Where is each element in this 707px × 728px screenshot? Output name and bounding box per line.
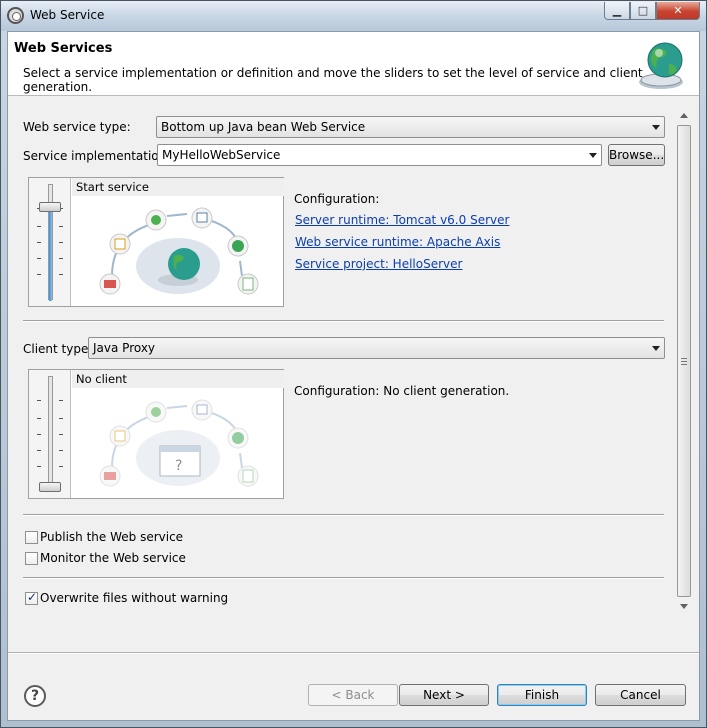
service-project-link[interactable]: Service project: HelloServer [295, 257, 462, 271]
slider-tick [37, 400, 41, 401]
slider-tick [37, 434, 41, 435]
slider-tick [59, 258, 63, 259]
footer-divider [8, 652, 699, 654]
chevron-down-icon [652, 346, 660, 351]
service-level-fill [49, 203, 52, 301]
wizard-banner: Web Services Select a service implementa… [8, 32, 699, 96]
slider-tick [37, 450, 41, 451]
finish-button-label: Finish [524, 688, 560, 702]
slider-tick [37, 226, 41, 227]
client-slider-thumb[interactable] [39, 482, 61, 492]
client-type-value: Java Proxy [93, 341, 156, 355]
next-button-label: Next > [423, 688, 465, 702]
close-button[interactable]: ✕ [656, 2, 700, 20]
web-service-type-select[interactable]: Bottom up Java bean Web Service [156, 116, 665, 138]
slider-tick [59, 466, 63, 467]
next-button[interactable]: Next > [399, 684, 489, 706]
back-button[interactable]: < Back [308, 684, 398, 706]
chevron-down-icon [652, 125, 660, 130]
slider-tick [59, 226, 63, 227]
scrollbar-thumb[interactable] [677, 125, 691, 597]
service-lifecycle-illustration [99, 207, 259, 295]
browse-button[interactable]: Browse... [608, 144, 665, 166]
slider-tick [37, 258, 41, 259]
slider-tick [59, 274, 63, 275]
overwrite-checkbox[interactable] [25, 590, 38, 605]
section-divider [23, 577, 664, 579]
eclipse-icon [7, 7, 24, 24]
service-config-heading: Configuration: [294, 192, 380, 206]
maximize-button[interactable]: □ [630, 2, 656, 20]
title-bar[interactable]: Web Service ▁ □ ✕ [1, 1, 706, 31]
grip-line [681, 364, 687, 365]
slider-tick [59, 450, 63, 451]
browse-button-label: Browse... [609, 148, 665, 162]
publish-label: Publish the Web service [40, 530, 184, 544]
service-slider-caption: Start service [72, 178, 284, 196]
chevron-down-icon [589, 153, 597, 158]
scroll-down-icon[interactable] [680, 604, 688, 609]
service-implementation-value: MyHelloWebService [162, 148, 281, 162]
client-lifecycle-illustration: ? [99, 399, 259, 487]
section-divider [23, 514, 664, 516]
slider-tick [59, 434, 63, 435]
client-level-slider[interactable] [29, 370, 71, 498]
grip-line [681, 361, 687, 362]
minimize-button[interactable]: ▁ [604, 2, 630, 20]
monitor-label: Monitor the Web service [40, 551, 186, 565]
slider-tick [37, 242, 41, 243]
service-implementation-label: Service implementation: [23, 149, 171, 163]
scroll-up-icon[interactable] [680, 113, 688, 118]
window-controls: ▁ □ ✕ [604, 2, 700, 20]
client-config-text: Configuration: No client generation. [294, 384, 510, 398]
back-button-label: < Back [331, 688, 375, 702]
page-description: Select a service implementation or defin… [23, 66, 643, 94]
help-icon[interactable]: ? [24, 685, 46, 707]
cancel-button[interactable]: Cancel [595, 684, 686, 706]
grip-line [681, 358, 687, 359]
web-service-type-value: Bottom up Java bean Web Service [161, 120, 366, 134]
dialog-client-area: Web Services Select a service implementa… [7, 31, 700, 721]
client-type-label: Client type: [23, 342, 93, 356]
slider-tick [37, 274, 41, 275]
slider-tick [37, 418, 41, 419]
publish-checkbox[interactable] [25, 531, 38, 544]
slider-groove [48, 376, 53, 492]
slider-tick [59, 242, 63, 243]
finish-button[interactable]: Finish [497, 684, 587, 706]
web-services-globe-icon [639, 42, 683, 89]
service-level-panel: Start service [28, 177, 284, 307]
client-slider-caption: No client [72, 370, 284, 388]
vertical-scrollbar[interactable] [677, 110, 691, 612]
service-implementation-input[interactable]: MyHelloWebService [157, 144, 602, 166]
svg-text:?: ? [175, 458, 182, 474]
slider-tick [59, 418, 63, 419]
page-title: Web Services [14, 41, 113, 56]
slider-tick [59, 400, 63, 401]
cancel-button-label: Cancel [620, 688, 661, 702]
web-service-runtime-link[interactable]: Web service runtime: Apache Axis [295, 235, 500, 249]
dialog-window: Web Service ▁ □ ✕ Web Services Select a … [0, 0, 707, 728]
section-divider [23, 320, 664, 322]
service-level-slider[interactable] [29, 178, 71, 306]
service-slider-thumb[interactable] [39, 202, 61, 213]
monitor-checkbox[interactable] [25, 552, 38, 565]
web-service-type-label: Web service type: [23, 120, 131, 134]
server-runtime-link[interactable]: Server runtime: Tomcat v6.0 Server [295, 213, 509, 227]
overwrite-label: Overwrite files without warning [40, 591, 229, 605]
client-level-panel: No client ? [28, 369, 284, 499]
window-title: Web Service [30, 8, 105, 22]
slider-tick [37, 466, 41, 467]
client-type-select[interactable]: Java Proxy [88, 337, 665, 359]
